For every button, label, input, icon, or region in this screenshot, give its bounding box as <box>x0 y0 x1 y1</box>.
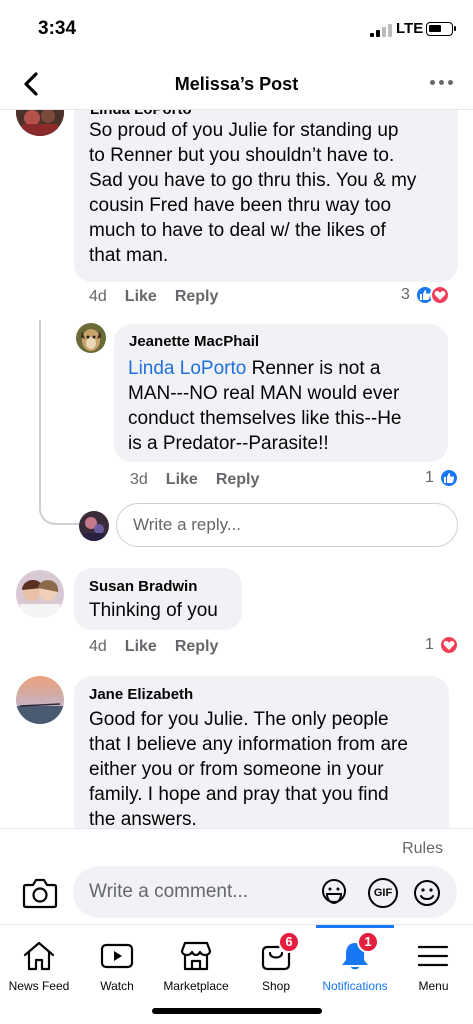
comment-age: 4d <box>89 288 107 305</box>
comment-author[interactable]: Linda LoPorto <box>90 110 192 118</box>
comment-author[interactable]: Susan Bradwin <box>89 578 197 595</box>
reaction-summary[interactable]: 1 <box>425 468 459 488</box>
comment-actions: 4d Like Reply <box>89 288 218 306</box>
comment-text: So proud of you Julie for standing up to… <box>89 120 417 266</box>
heart-icon <box>438 635 459 655</box>
shop-badge: 6 <box>278 931 300 953</box>
comments-list: Linda LoPorto So proud of you Julie for … <box>0 110 473 828</box>
comment-bubble: Jane Elizabeth Good for you Julie. The o… <box>74 676 449 828</box>
gif-label: GIF <box>373 887 393 899</box>
reply-button[interactable]: Reply <box>175 638 219 656</box>
page-title: Melissa’s Post <box>174 74 299 94</box>
reply-button[interactable]: Reply <box>216 471 260 489</box>
comment-text: Linda LoPorto Renner is not a MAN---NO r… <box>128 358 402 454</box>
heart-icon <box>429 285 450 305</box>
battery-icon <box>426 22 456 36</box>
reply-input[interactable]: Write a reply... <box>116 503 458 547</box>
video-icon <box>100 943 134 969</box>
current-user-avatar <box>79 511 109 541</box>
comment-actions: 3d Like Reply <box>130 471 259 489</box>
signal-icon <box>370 24 392 37</box>
comment-author[interactable]: Jane Elizabeth <box>89 686 193 703</box>
comment-actions: 4d Like Reply <box>89 638 218 656</box>
notifications-badge: 1 <box>357 931 379 953</box>
storefront-icon <box>180 941 212 971</box>
avatar-sticker-icon[interactable] <box>319 878 349 908</box>
comment-input-placeholder: Write a comment... <box>89 881 249 902</box>
avatar[interactable] <box>16 110 64 136</box>
reaction-count: 3 <box>401 286 410 303</box>
avatar[interactable] <box>16 570 64 618</box>
comment-age: 3d <box>130 471 148 488</box>
status-bar: 3:34 LTE <box>0 0 473 58</box>
reaction-summary[interactable]: 1 <box>425 635 459 655</box>
tab-label: Marketplace <box>163 979 229 993</box>
tab-label: News Feed <box>8 979 70 993</box>
thumbs-up-icon <box>438 468 459 488</box>
hamburger-icon <box>417 945 449 967</box>
tab-notifications[interactable]: 1 Notifications <box>316 925 394 1024</box>
mention-link[interactable]: Linda LoPorto <box>128 358 246 379</box>
gif-icon[interactable]: GIF <box>368 878 398 908</box>
tab-label: Shop <box>261 979 291 993</box>
reply-input-placeholder: Write a reply... <box>133 515 242 534</box>
comment-text: Good for you Julie. The only people that… <box>89 709 408 828</box>
post-header: Melissa’s Post <box>0 58 473 110</box>
reply-bubble: Jeanette MacPhail Linda LoPorto Renner i… <box>114 324 448 462</box>
comment-age: 4d <box>89 638 107 655</box>
avatar[interactable] <box>76 323 106 353</box>
home-icon <box>23 941 55 971</box>
like-button[interactable]: Like <box>166 471 198 489</box>
reply-button[interactable]: Reply <box>175 288 219 306</box>
camera-icon[interactable] <box>22 876 58 910</box>
comment-author[interactable]: Jeanette MacPhail <box>129 333 259 350</box>
status-time: 3:34 <box>38 18 77 39</box>
thread-line <box>39 320 75 340</box>
like-button[interactable]: Like <box>125 638 157 656</box>
avatar[interactable] <box>16 676 64 724</box>
like-button[interactable]: Like <box>125 288 157 306</box>
emoji-icon[interactable] <box>412 878 442 908</box>
tab-news-feed[interactable]: News Feed <box>0 925 78 1024</box>
reaction-count: 1 <box>425 469 434 486</box>
rules-link[interactable]: Rules <box>402 840 443 858</box>
tab-menu[interactable]: Menu <box>394 925 473 1024</box>
tab-watch[interactable]: Watch <box>78 925 156 1024</box>
comment-bubble: Linda LoPorto So proud of you Julie for … <box>74 110 458 282</box>
tab-label: Notifications <box>322 979 388 993</box>
tab-label: Watch <box>100 979 134 993</box>
reaction-count: 1 <box>425 636 434 653</box>
reaction-summary[interactable]: 3 <box>401 285 450 305</box>
home-indicator[interactable] <box>152 1008 322 1014</box>
thread-line <box>39 320 87 525</box>
comment-input[interactable]: Write a comment... GIF <box>73 866 457 918</box>
more-options-icon[interactable] <box>430 80 453 85</box>
tab-label: Menu <box>418 979 449 993</box>
active-tab-indicator <box>316 925 394 928</box>
comment-text: Thinking of you <box>89 600 218 621</box>
comment-bubble: Susan Bradwin Thinking of you <box>74 568 242 630</box>
network-label: LTE <box>396 20 424 37</box>
